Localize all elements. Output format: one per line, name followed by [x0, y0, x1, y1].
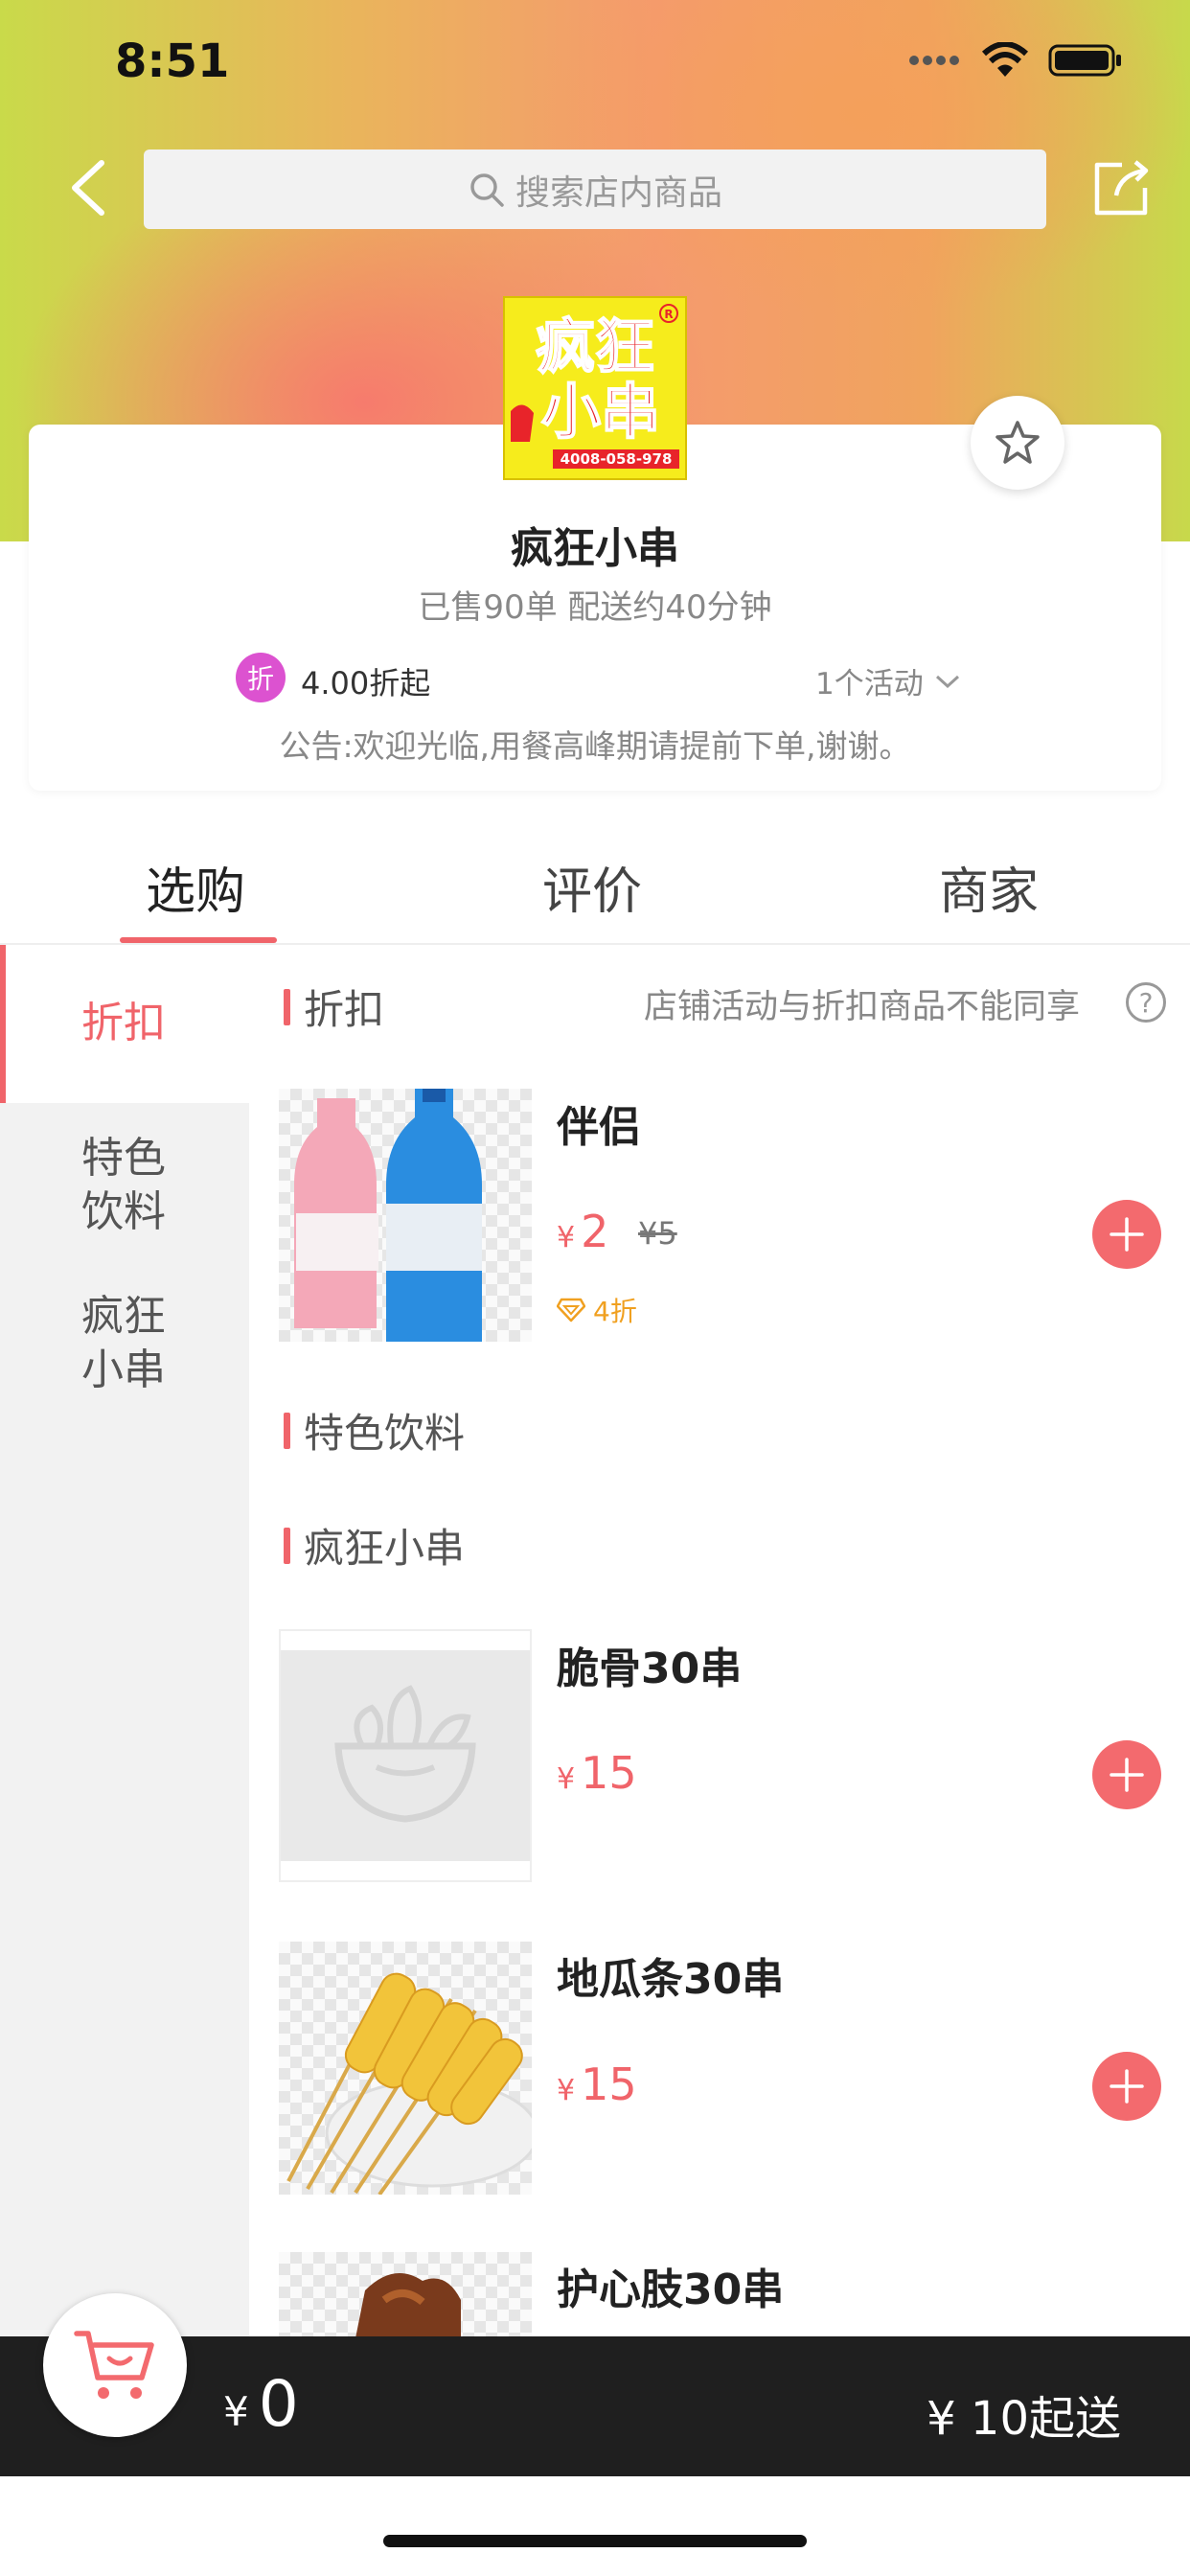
section-header-discount: 折扣 [284, 978, 384, 1036]
section-title: 特色饮料 [304, 1410, 466, 1457]
discount-tag-label: 4折 [593, 1296, 637, 1327]
section-marker [284, 1412, 290, 1449]
sidebar-item-discount[interactable]: 折扣 [0, 945, 249, 1103]
minimum-order: ¥ 10起送 [927, 2392, 1121, 2446]
section-header-drinks: 特色饮料 [284, 1401, 465, 1460]
shop-logo: 疯狂 小串 R 4008-058-978 [503, 296, 687, 480]
discount-text: 4.00折起 [301, 665, 431, 702]
product-price: ¥ 2 [557, 1206, 608, 1257]
discount-note: 店铺活动与折扣商品不能同享 [644, 988, 1081, 1026]
product-price: ¥ 15 [557, 2058, 637, 2110]
cart-button[interactable] [43, 2293, 187, 2437]
shop-meta: 已售90单 配送约40分钟 [418, 588, 772, 627]
activities-toggle[interactable]: 1个活动 [815, 659, 962, 702]
signal-icon [909, 56, 959, 65]
discount-tag: 4折 [557, 1291, 637, 1329]
search-input[interactable]: 搜索店内商品 [144, 150, 1046, 229]
activities-label: 1个活动 [815, 667, 924, 702]
wifi-icon [981, 42, 1029, 77]
plus-icon [1110, 1758, 1144, 1792]
product-name: 护心肢30串 [557, 2266, 785, 2314]
section-marker [284, 988, 290, 1025]
price-value: 15 [581, 1747, 637, 1799]
help-icon[interactable]: ? [1126, 982, 1166, 1023]
share-button[interactable] [1087, 155, 1155, 222]
share-icon [1094, 160, 1149, 216]
currency-symbol: ¥ [557, 2074, 576, 2107]
tab-shop[interactable]: 选购 [146, 851, 245, 923]
logo-text-line1: 疯狂 [536, 311, 654, 381]
chevron-left-icon [72, 160, 104, 216]
shopping-cart-icon [74, 2331, 154, 2399]
section-header-skewers: 疯狂小串 [284, 1516, 465, 1575]
diamond-icon [557, 1298, 585, 1322]
svg-text:R: R [664, 308, 673, 321]
chevron-down-icon [935, 675, 959, 688]
price-value: 15 [581, 2058, 637, 2110]
section-title: 折扣 [304, 986, 385, 1033]
section-title: 疯狂小串 [304, 1525, 466, 1572]
logo-phone: 4008-058-978 [561, 450, 673, 468]
active-tab-indicator [120, 937, 277, 943]
cart-total-value: 0 [258, 2367, 299, 2441]
category-sidebar: 折扣 特色 饮料 疯狂 小串 [0, 945, 249, 2336]
currency-symbol: ¥ [557, 1762, 576, 1796]
product-name: 伴侣 [557, 1103, 641, 1152]
status-icons [908, 42, 1123, 79]
product-name: 地瓜条30串 [557, 1955, 785, 2004]
sidebar-item-drinks[interactable]: 特色 饮料 [0, 1132, 249, 1239]
shop-name: 疯狂小串 [511, 524, 679, 573]
cart-total: ¥ 0 [223, 2367, 299, 2441]
product-name: 脆骨30串 [557, 1644, 743, 1693]
search-placeholder: 搜索店内商品 [515, 172, 722, 213]
home-indicator [383, 2535, 807, 2547]
tab-reviews[interactable]: 评价 [542, 851, 642, 923]
discount-badge: 折 [236, 653, 286, 702]
add-to-cart-button[interactable] [1092, 1200, 1161, 1269]
product-image-placeholder[interactable] [279, 1629, 532, 1882]
product-image-sweet-potato-skewers[interactable] [279, 1942, 532, 2195]
original-price: ¥5 [638, 1215, 677, 1252]
section-marker [284, 1527, 290, 1564]
cart-currency: ¥ [223, 2388, 249, 2435]
product-image-bottled-drinks[interactable] [279, 1089, 532, 1342]
currency-symbol: ¥ [557, 1221, 576, 1254]
add-to-cart-button[interactable] [1092, 2052, 1161, 2121]
add-to-cart-button[interactable] [1092, 1740, 1161, 1809]
favorite-button[interactable] [971, 396, 1064, 490]
plus-icon [1110, 2069, 1144, 2104]
battery-icon [1048, 44, 1121, 77]
price-value: 2 [581, 1206, 609, 1257]
tab-bar: 选购 评价 商家 [0, 822, 1190, 945]
logo-text-line2: 小串 [541, 377, 660, 447]
sidebar-item-skewers[interactable]: 疯狂 小串 [0, 1290, 249, 1397]
status-time: 8:51 [115, 34, 230, 88]
plus-icon [1110, 1217, 1144, 1252]
search-icon [470, 172, 504, 207]
product-image-meat-skewers[interactable] [279, 2252, 532, 2338]
shop-notice: 公告:欢迎光临,用餐高峰期请提前下单,谢谢。 [279, 727, 911, 765]
star-icon [995, 421, 1040, 464]
product-price: ¥ 15 [557, 1747, 637, 1799]
tab-merchant[interactable]: 商家 [939, 851, 1039, 923]
back-button[interactable] [59, 153, 117, 222]
bowl-icon [334, 1685, 476, 1823]
